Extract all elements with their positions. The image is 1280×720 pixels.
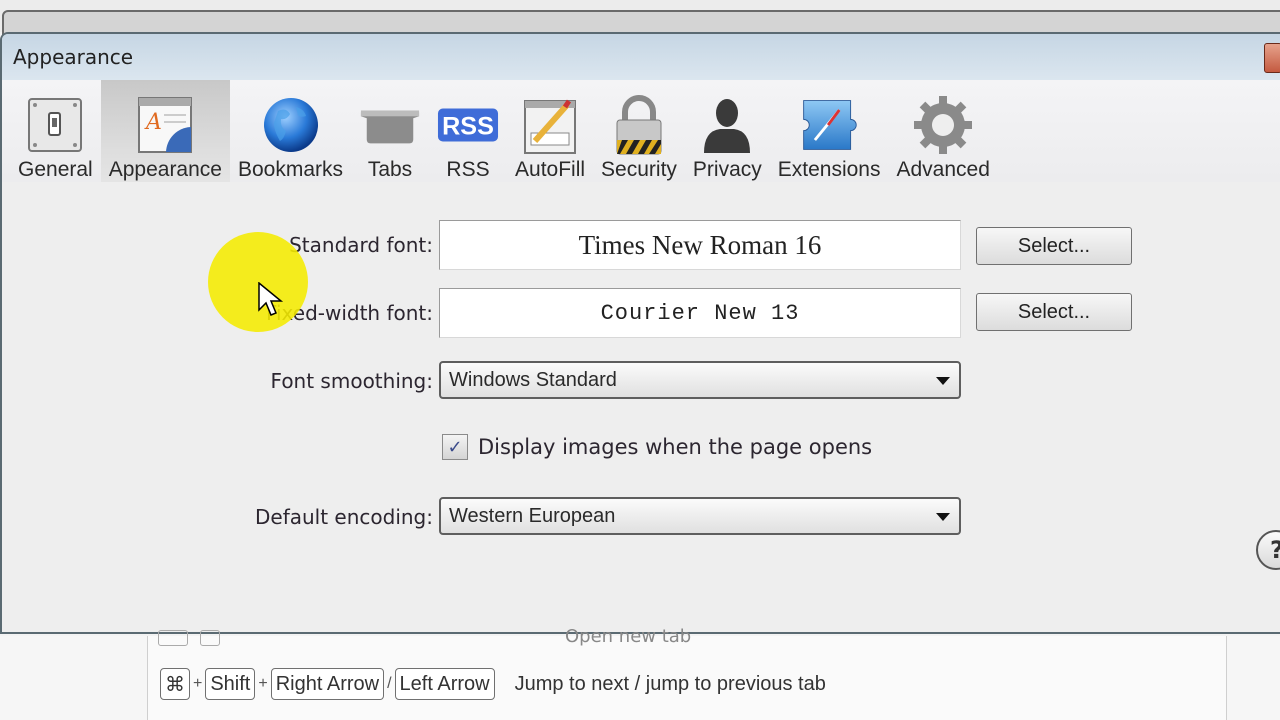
gear-icon [912, 94, 974, 156]
tab-tabs[interactable]: Tabs [351, 80, 429, 182]
appearance-pane: Standard font: Times New Roman 16 Select… [2, 182, 1280, 632]
tab-appearance-label: Appearance [108, 158, 222, 181]
fixed-width-font-label: Fixed-width font: [265, 301, 433, 325]
tab-extensions-label: Extensions [777, 158, 881, 181]
close-button[interactable] [1264, 43, 1280, 73]
fixed-width-font-value: Courier New 13 [600, 300, 800, 326]
standard-font-value: Times New Roman 16 [578, 229, 822, 260]
default-encoding-dropdown[interactable]: Western European [439, 497, 961, 535]
left-arrow-key: Left Arrow [394, 668, 495, 700]
padlock-icon [608, 94, 670, 156]
fixed-width-font-select-button[interactable]: Select... [976, 293, 1132, 331]
font-smoothing-label: Font smoothing: [270, 369, 433, 393]
tab-advanced[interactable]: Advanced [889, 80, 998, 182]
window-title: Appearance [13, 45, 134, 69]
autofill-pencil-icon [519, 94, 581, 156]
tab-appearance[interactable]: A Appearance [100, 80, 230, 182]
obscured-shortcut-description: Open new tab [565, 626, 692, 647]
key-separator: + [193, 675, 203, 692]
tab-general-label: General [18, 158, 93, 181]
chevron-down-icon [936, 513, 950, 521]
tab-general[interactable]: General [10, 80, 101, 182]
tab-privacy[interactable]: Privacy [685, 80, 770, 182]
shortcut-description: Jump to next / jump to previous tab [514, 672, 826, 695]
standard-font-label: Standard font: [289, 233, 433, 257]
font-smoothing-dropdown[interactable]: Windows Standard [439, 361, 961, 399]
tab-autofill-label: AutoFill [515, 158, 586, 181]
background-document: Open new tab ⌘ + Shift + Right Arrow / L… [0, 626, 1280, 720]
tab-security-label: Security [601, 158, 677, 181]
tab-privacy-label: Privacy [692, 158, 762, 181]
tab-bookmarks-label: Bookmarks [237, 158, 344, 181]
key-separator: / [387, 675, 392, 692]
tab-tabs-label: Tabs [367, 158, 413, 181]
preferences-window: Appearance General A Appearance Bookmark… [0, 32, 1280, 634]
key-separator: + [258, 675, 268, 692]
rss-badge-text: RSS [442, 113, 494, 141]
appearance-icon: A [134, 94, 196, 156]
tabs-icon [359, 94, 421, 156]
person-silhouette-icon [696, 94, 758, 156]
default-encoding-label: Default encoding: [254, 505, 433, 529]
command-key: ⌘ [160, 668, 190, 700]
shift-key: Shift [205, 668, 256, 700]
globe-icon [260, 94, 322, 156]
shortcut-row: ⌘ + Shift + Right Arrow / Left Arrow Jum… [160, 668, 826, 700]
tab-security[interactable]: Security [593, 80, 685, 182]
font-smoothing-value: Windows Standard [449, 368, 617, 391]
tab-bookmarks[interactable]: Bookmarks [230, 80, 351, 182]
tab-rss[interactable]: RSS RSS [429, 80, 507, 182]
default-encoding-value: Western European [449, 504, 616, 527]
svg-text:A: A [144, 110, 162, 135]
right-arrow-key: Right Arrow [270, 668, 385, 700]
tab-advanced-label: Advanced [896, 158, 990, 181]
display-images-row: ✓ Display images when the page opens [442, 434, 872, 460]
title-bar[interactable]: Appearance [2, 34, 1280, 80]
obscured-shortcut-keys [158, 630, 232, 651]
puzzle-compass-icon [798, 94, 860, 156]
tab-extensions[interactable]: Extensions [770, 80, 889, 182]
display-images-checkbox[interactable]: ✓ [442, 434, 468, 460]
fixed-width-font-field: Courier New 13 [439, 288, 961, 338]
standard-font-field: Times New Roman 16 [439, 220, 961, 270]
light-switch-icon [24, 94, 86, 156]
tab-autofill[interactable]: AutoFill [507, 80, 593, 182]
tab-rss-label: RSS [446, 158, 490, 181]
preferences-toolbar: General A Appearance Bookmarks Tabs RSS … [2, 80, 1280, 182]
standard-font-select-button[interactable]: Select... [976, 227, 1132, 265]
rss-icon: RSS [437, 94, 499, 156]
display-images-label[interactable]: Display images when the page opens [478, 435, 872, 459]
chevron-down-icon [936, 377, 950, 385]
